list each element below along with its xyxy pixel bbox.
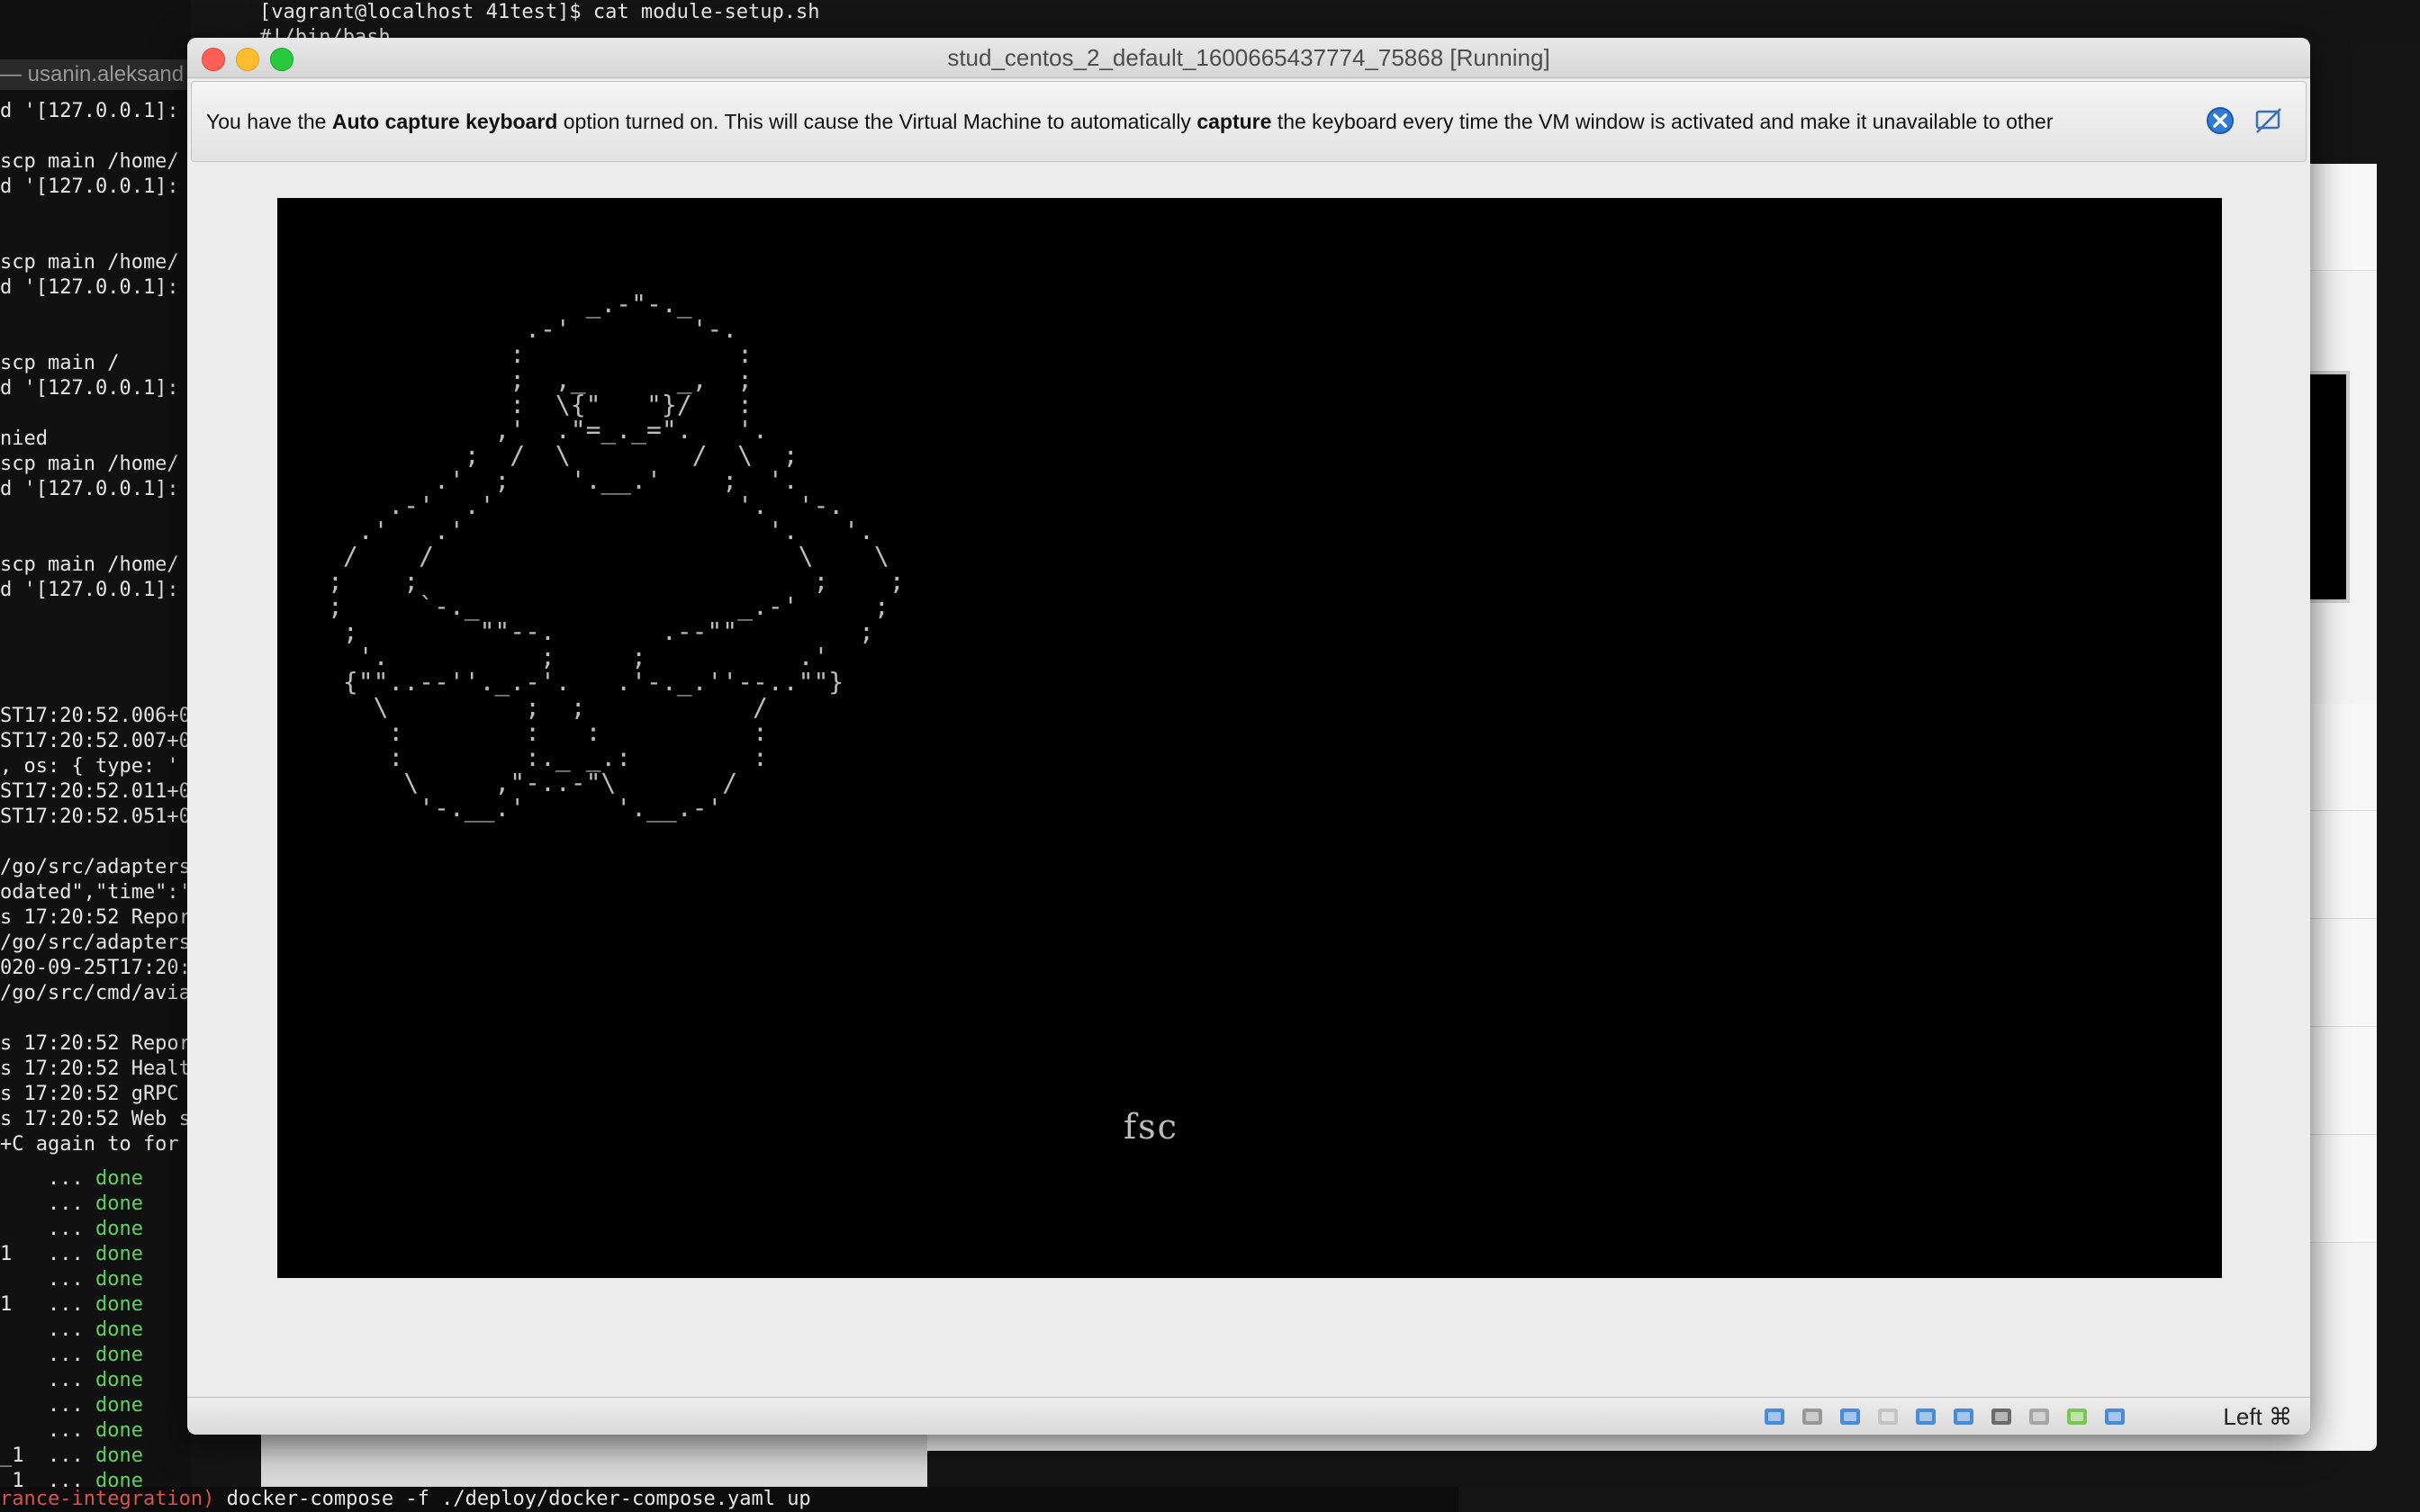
compose-status-done: done [95, 1167, 143, 1190]
cpu-icon[interactable] [2024, 1403, 2054, 1430]
compose-status-list: ... done ... done ... done 1 ... done ...… [0, 1166, 143, 1494]
host-key-indicator: Left ⌘ [2223, 1403, 2292, 1430]
compose-status-done: done [95, 1218, 143, 1240]
title-bar[interactable]: stud_centos_2_default_1600665437774_7586… [187, 38, 2310, 78]
hard-disk-icon[interactable] [1759, 1403, 1790, 1430]
notification-bold-option: Auto capture keyboard [331, 110, 558, 133]
compose-status-row: ... done [0, 1217, 143, 1242]
compose-status-prefix: ... [0, 1192, 95, 1215]
usb-icon[interactable] [1873, 1403, 1903, 1430]
compose-status-prefix: ... [0, 1394, 95, 1417]
compose-status-row: ... done [0, 1393, 143, 1418]
compose-status-done: done [95, 1192, 143, 1215]
optical-drive-icon[interactable] [1797, 1403, 1828, 1430]
compose-status-prefix: ... [0, 1318, 95, 1341]
boot-ascii-art: _.-"-._ .-' '-. : : ; ,_ _, ; : \{" "}/ … [328, 289, 905, 823]
vm-display[interactable]: _.-"-._ .-' '-. : : ; ,_ _, ; : \{" "}/ … [277, 198, 2222, 1278]
video-capture-icon[interactable] [1986, 1403, 2017, 1430]
compose-status-row: ... done [0, 1418, 143, 1444]
compose-status-row: ... done [0, 1368, 143, 1393]
terminal-prompt-line: rance-integration) docker-compose -f ./d… [0, 1487, 1458, 1512]
compose-status-done: done [95, 1444, 143, 1467]
background-terminal-top-line: [vagrant@localhost 41test]$ cat module-s… [250, 0, 2420, 49]
shared-folder-icon[interactable] [1910, 1403, 1941, 1430]
compose-status-done: done [95, 1344, 143, 1366]
network-icon[interactable] [1835, 1403, 1865, 1430]
terminal-tab[interactable]: — usanin.aleksand [0, 59, 191, 90]
minimize-button[interactable] [236, 48, 259, 71]
compose-status-prefix: ... [0, 1218, 95, 1240]
compose-status-prefix: ... [0, 1419, 95, 1442]
compose-status-done: done [95, 1419, 143, 1442]
close-button[interactable] [202, 48, 225, 71]
compose-status-row: 1 ... done [0, 1292, 143, 1318]
compose-status-prefix: _1 ... [0, 1444, 95, 1467]
vm-window[interactable]: stud_centos_2_default_1600665437774_7586… [187, 38, 2310, 1435]
keyboard-capture-icon[interactable] [2099, 1403, 2130, 1430]
compose-status-done: done [95, 1293, 143, 1316]
compose-status-done: done [95, 1243, 143, 1265]
notification-text: option turned on. This will cause the Vi… [557, 110, 1197, 133]
mouse-integration-icon[interactable] [2062, 1403, 2092, 1430]
compose-status-row: ... done [0, 1166, 143, 1192]
notification-message: You have the Auto capture keyboard optio… [206, 82, 2054, 161]
compose-status-row: ... done [0, 1267, 143, 1292]
compose-status-prefix: ... [0, 1369, 95, 1391]
compose-status-prefix: ... [0, 1344, 95, 1366]
auto-capture-notification: You have the Auto capture keyboard optio… [191, 81, 2307, 162]
status-bar: Left ⌘ [187, 1397, 2310, 1435]
compose-status-row: _1 ... done [0, 1444, 143, 1469]
notification-bold-capture: capture [1196, 110, 1272, 133]
boot-label: fsc [1124, 1107, 1178, 1147]
notification-text: You have the [206, 110, 332, 133]
compose-status-prefix: 1 ... [0, 1293, 95, 1316]
zoom-button[interactable] [270, 48, 293, 71]
terminal-output: d '[127.0.0.1]: scp main /home/ d '[127.… [0, 100, 191, 1156]
display-icon[interactable] [1948, 1403, 1979, 1430]
compose-status-row: 1 ... done [0, 1242, 143, 1267]
compose-status-done: done [95, 1394, 143, 1417]
compose-status-done: done [95, 1369, 143, 1391]
compose-status-row: ... done [0, 1192, 143, 1217]
compose-status-done: done [95, 1318, 143, 1341]
compose-status-prefix: ... [0, 1167, 95, 1190]
notification-text: the keyboard every time the VM window is… [1271, 110, 2054, 133]
compose-status-row: ... done [0, 1318, 143, 1343]
dont-show-again-icon[interactable] [2253, 105, 2284, 136]
close-notification-icon[interactable] [2205, 105, 2235, 136]
background-terminal-left-pane: — usanin.aleksand d '[127.0.0.1]: scp ma… [0, 0, 191, 1512]
prompt-branch: rance-integration) [0, 1488, 215, 1510]
compose-status-prefix: 1 ... [0, 1243, 95, 1265]
compose-status-done: done [95, 1268, 143, 1291]
window-title: stud_centos_2_default_1600665437774_7586… [947, 44, 1550, 71]
compose-status-row: ... done [0, 1343, 143, 1368]
compose-status-prefix: ... [0, 1268, 95, 1291]
status-icons [1759, 1403, 2130, 1430]
prompt-command: docker-compose -f ./deploy/docker-compos… [214, 1488, 811, 1510]
